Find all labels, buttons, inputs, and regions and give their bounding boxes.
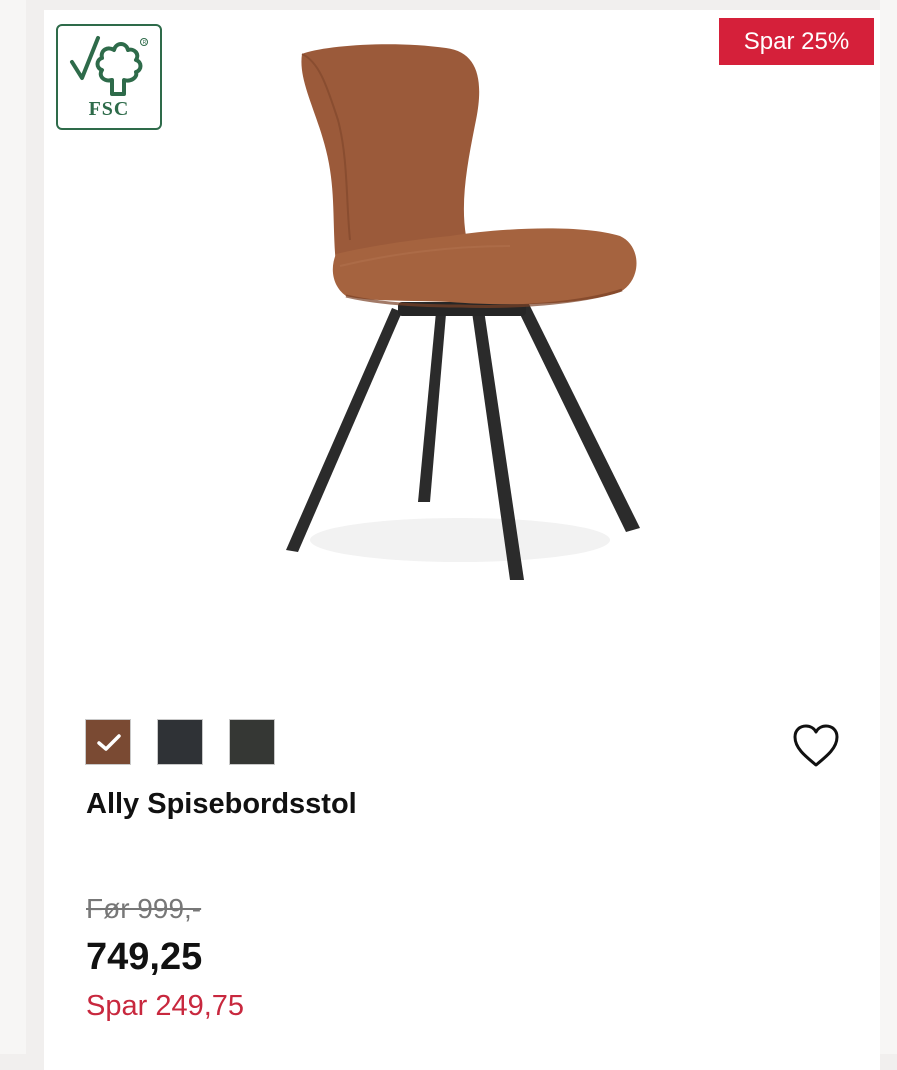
discount-badge: Spar 25% [719,18,874,65]
svg-text:R: R [143,40,147,46]
heart-icon[interactable] [791,722,841,770]
swatch-dark-grey[interactable] [157,719,203,765]
current-price: 749,25 [86,936,203,978]
original-price: Før 999,- [86,893,202,924]
product-image-chair[interactable] [250,40,670,600]
product-title[interactable]: Ally Spisebordsstol [86,788,357,821]
fsc-tree-icon: R [70,36,148,96]
swatch-brown[interactable] [85,719,131,765]
fsc-label: FSC [88,98,130,120]
savings-amount: Spar 249,75 [86,990,245,1022]
page-margin-left [0,0,26,1054]
checkmark-icon [97,734,121,751]
page-margin-right [880,0,897,1054]
fsc-certification-badge: R FSC [56,24,162,130]
swatch-charcoal[interactable] [229,719,275,765]
